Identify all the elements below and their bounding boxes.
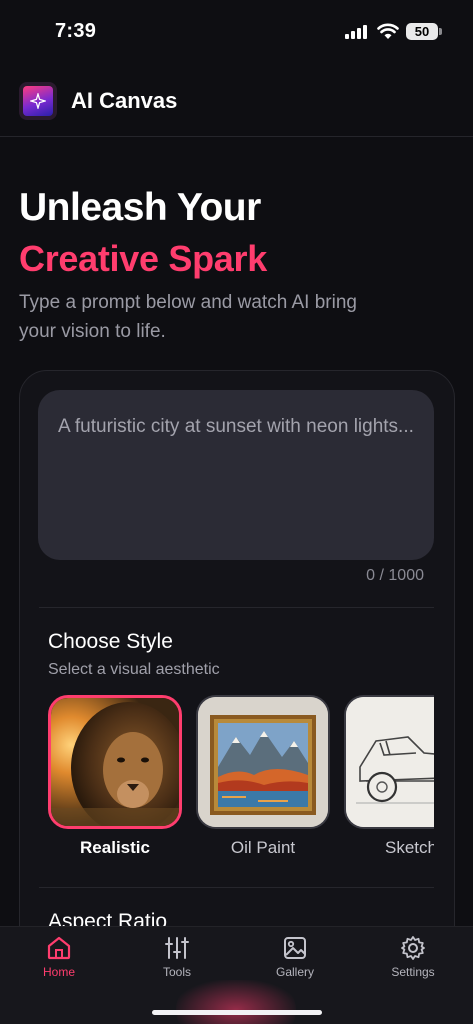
style-label: Sketch <box>385 838 434 857</box>
home-indicator <box>152 1010 322 1015</box>
tab-label: Home <box>42 965 75 979</box>
char-count: 0 / 1000 <box>366 567 424 584</box>
style-option-oil-paint[interactable]: Oil Paint <box>196 695 330 865</box>
battery-icon <box>439 28 442 35</box>
tab-tools[interactable]: Tools <box>132 927 222 987</box>
tab-home[interactable]: Home <box>14 927 104 987</box>
style-option-realistic[interactable]: Realistic <box>48 695 182 865</box>
hero-title: Unleash Your <box>19 186 261 229</box>
app-header: AI Canvas <box>0 64 473 137</box>
style-section-subtitle: Select a visual aesthetic <box>48 661 220 678</box>
style-option-sketch[interactable]: Sketch <box>344 695 434 865</box>
tab-label: Gallery <box>275 965 314 979</box>
sketch-car-image <box>344 695 434 829</box>
style-carousel[interactable]: Realistic Oil Paint Sketch <box>48 695 434 865</box>
tab-label: Settings <box>391 965 435 979</box>
sliders-icon <box>165 937 189 959</box>
gear-icon <box>401 936 425 960</box>
tab-label: Tools <box>162 965 191 979</box>
hero-title-accent: Creative Spark <box>19 238 267 279</box>
style-label: Oil Paint <box>230 838 296 857</box>
divider <box>39 887 434 888</box>
wifi-icon <box>377 23 399 39</box>
tab-gallery[interactable]: Gallery <box>250 927 340 987</box>
image-icon <box>284 937 306 959</box>
status-bar: 7:39 50 <box>0 0 473 64</box>
realistic-lion-image <box>48 695 182 829</box>
battery-level: 50 <box>406 23 438 40</box>
style-label: Realistic <box>80 838 150 857</box>
hero-subtitle: Type a prompt below and watch AI bring y… <box>19 292 357 342</box>
home-icon <box>47 936 71 960</box>
tab-settings[interactable]: Settings <box>368 927 458 987</box>
prompt-input[interactable] <box>38 390 434 560</box>
divider <box>39 607 434 608</box>
app-logo-icon <box>19 82 57 120</box>
oil-paint-landscape-image <box>196 695 330 829</box>
cellular-signal-icon <box>345 25 369 39</box>
style-section-title: Choose Style <box>48 630 173 653</box>
status-time: 7:39 <box>55 20 97 42</box>
generate-button-glow <box>176 980 296 1024</box>
app-title: AI Canvas <box>71 88 178 113</box>
